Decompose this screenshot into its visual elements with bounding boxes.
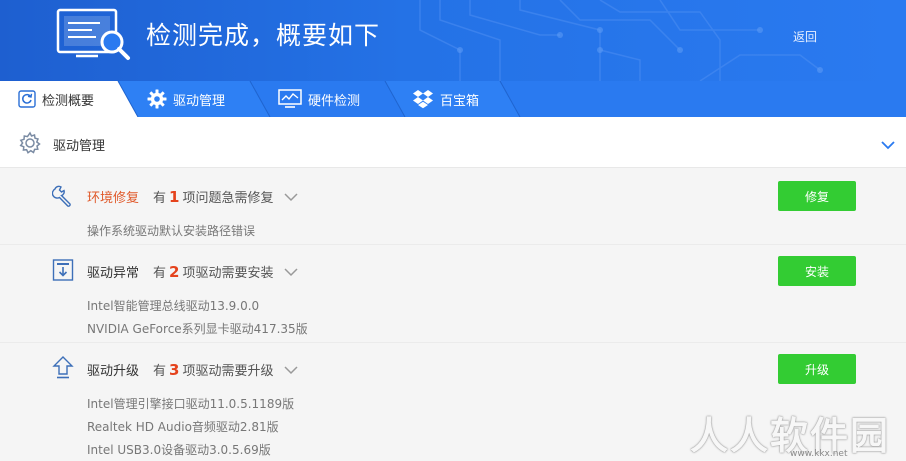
monitor-chart-icon <box>278 89 302 109</box>
refresh-icon <box>18 90 36 108</box>
download-box-icon <box>52 258 74 286</box>
tab-driver-management[interactable]: 驱动管理 <box>147 81 225 117</box>
circuit-pattern-decoration <box>419 0 823 81</box>
item-title: 驱动异常 <box>87 266 140 281</box>
detail-line: Realtek HD Audio音频驱动2.81版 <box>87 420 279 434</box>
tab-label: 检测概要 <box>42 93 95 109</box>
chevron-down-icon[interactable] <box>284 266 298 281</box>
install-button[interactable]: 安装 <box>778 256 856 286</box>
detail-line: Intel智能管理总线驱动13.9.0.0 <box>87 299 260 313</box>
chevron-down-icon[interactable] <box>284 364 298 379</box>
detail-line: Intel USB3.0设备驱动3.0.5.69版 <box>87 443 271 457</box>
item-row: 驱动异常 有 2 项驱动需要安装 安装 <box>0 256 906 286</box>
chevron-down-icon[interactable] <box>880 136 896 155</box>
item-title: 环境修复 <box>87 191 140 206</box>
dropbox-icon <box>412 89 434 109</box>
tab-label: 驱动管理 <box>173 93 226 109</box>
tab-label: 硬件检测 <box>308 93 361 109</box>
issue-count: 3 <box>169 361 180 379</box>
upgrade-button[interactable]: 升级 <box>778 354 856 384</box>
gear-icon <box>147 89 167 109</box>
detail-line: Intel管理引擎接口驱动11.0.5.1189版 <box>87 397 295 411</box>
divider <box>0 244 906 245</box>
detail-line: 操作系统驱动默认安装路径错误 <box>87 224 256 238</box>
upload-arrow-icon <box>52 355 74 385</box>
issue-count: 1 <box>169 188 180 206</box>
tab-hardware-detection[interactable]: 硬件检测 <box>278 81 360 117</box>
watermark-url: www.kkx.net <box>790 449 848 459</box>
page-title: 检测完成，概要如下 <box>146 21 381 50</box>
section-title: 驱动管理 <box>53 139 106 154</box>
item-title: 驱动升级 <box>87 364 140 379</box>
wrench-icon <box>51 184 76 212</box>
monitor-search-logo-icon <box>56 8 130 60</box>
back-link[interactable]: 返回 <box>793 28 817 45</box>
chevron-down-icon[interactable] <box>284 191 298 206</box>
item-description: 有 2 项驱动需要安装 <box>153 262 298 281</box>
tab-overview[interactable]: 检测概要 <box>18 81 94 117</box>
divider <box>0 342 906 343</box>
section-header[interactable]: 驱动管理 <box>0 117 906 168</box>
issue-count: 2 <box>169 263 180 281</box>
header-banner: 检测完成，概要如下 返回 <box>0 0 906 81</box>
detail-line: NVIDIA GeForce系列显卡驱动417.35版 <box>87 322 308 336</box>
tab-bar: 检测概要 驱动管理 硬件检测 百宝箱 <box>0 81 906 117</box>
item-description: 有 1 项问题急需修复 <box>153 187 298 206</box>
item-description: 有 3 项驱动需要升级 <box>153 360 298 379</box>
item-row: 环境修复 有 1 项问题急需修复 修复 <box>0 181 906 211</box>
tab-toolbox[interactable]: 百宝箱 <box>412 81 479 117</box>
repair-button[interactable]: 修复 <box>778 181 856 211</box>
tab-label: 百宝箱 <box>440 93 480 109</box>
gear-icon <box>18 131 42 159</box>
item-row: 驱动升级 有 3 项驱动需要升级 升级 <box>0 354 906 384</box>
